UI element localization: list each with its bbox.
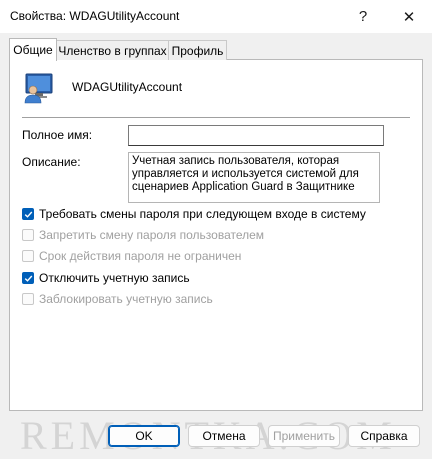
checkbox-label: Требовать смены пароля при следующем вхо… <box>39 207 366 221</box>
checkbox-checked-icon <box>22 272 34 284</box>
checkbox-label: Срок действия пароля не ограничен <box>39 249 242 263</box>
checkbox-disable-account[interactable]: Отключить учетную запись <box>22 270 190 286</box>
cancel-button[interactable]: Отмена <box>188 425 260 447</box>
tab-general[interactable]: Общие <box>9 38 57 61</box>
checkbox-unchecked-icon <box>22 229 34 241</box>
checkbox-lock-account[interactable]: Заблокировать учетную запись <box>22 291 213 307</box>
checkbox-checked-icon <box>22 208 34 220</box>
checkbox-unchecked-icon <box>22 293 34 305</box>
checkbox-label: Запретить смену пароля пользователем <box>39 228 265 242</box>
description-label: Описание: <box>22 155 81 169</box>
close-button[interactable]: ✕ <box>386 0 432 33</box>
full-name-input[interactable] <box>128 125 384 146</box>
description-field[interactable]: Учетная запись пользователя, которая упр… <box>128 152 380 203</box>
user-account-icon <box>24 73 53 104</box>
divider <box>22 117 410 118</box>
help-title-button[interactable]: ? <box>340 0 386 33</box>
tab-profile[interactable]: Профиль <box>168 40 227 60</box>
account-name: WDAGUtilityAccount <box>72 80 183 94</box>
checkbox-label: Отключить учетную запись <box>39 271 190 285</box>
close-icon: ✕ <box>402 8 416 26</box>
help-icon: ? <box>358 8 368 25</box>
tab-group-membership[interactable]: Членство в группах <box>56 40 169 60</box>
checkbox-require-password-change[interactable]: Требовать смены пароля при следующем вхо… <box>22 206 366 222</box>
window-title: Свойства: WDAGUtilityAccount <box>10 9 180 23</box>
help-button[interactable]: Справка <box>348 425 420 447</box>
checkbox-password-never-expires[interactable]: Срок действия пароля не ограничен <box>22 248 241 264</box>
full-name-label: Полное имя: <box>22 128 93 142</box>
checkbox-unchecked-icon <box>22 250 34 262</box>
ok-button[interactable]: OK <box>108 425 180 447</box>
checkbox-label: Заблокировать учетную запись <box>39 292 213 306</box>
apply-button[interactable]: Применить <box>268 425 340 447</box>
checkbox-prevent-password-change[interactable]: Запретить смену пароля пользователем <box>22 227 264 243</box>
